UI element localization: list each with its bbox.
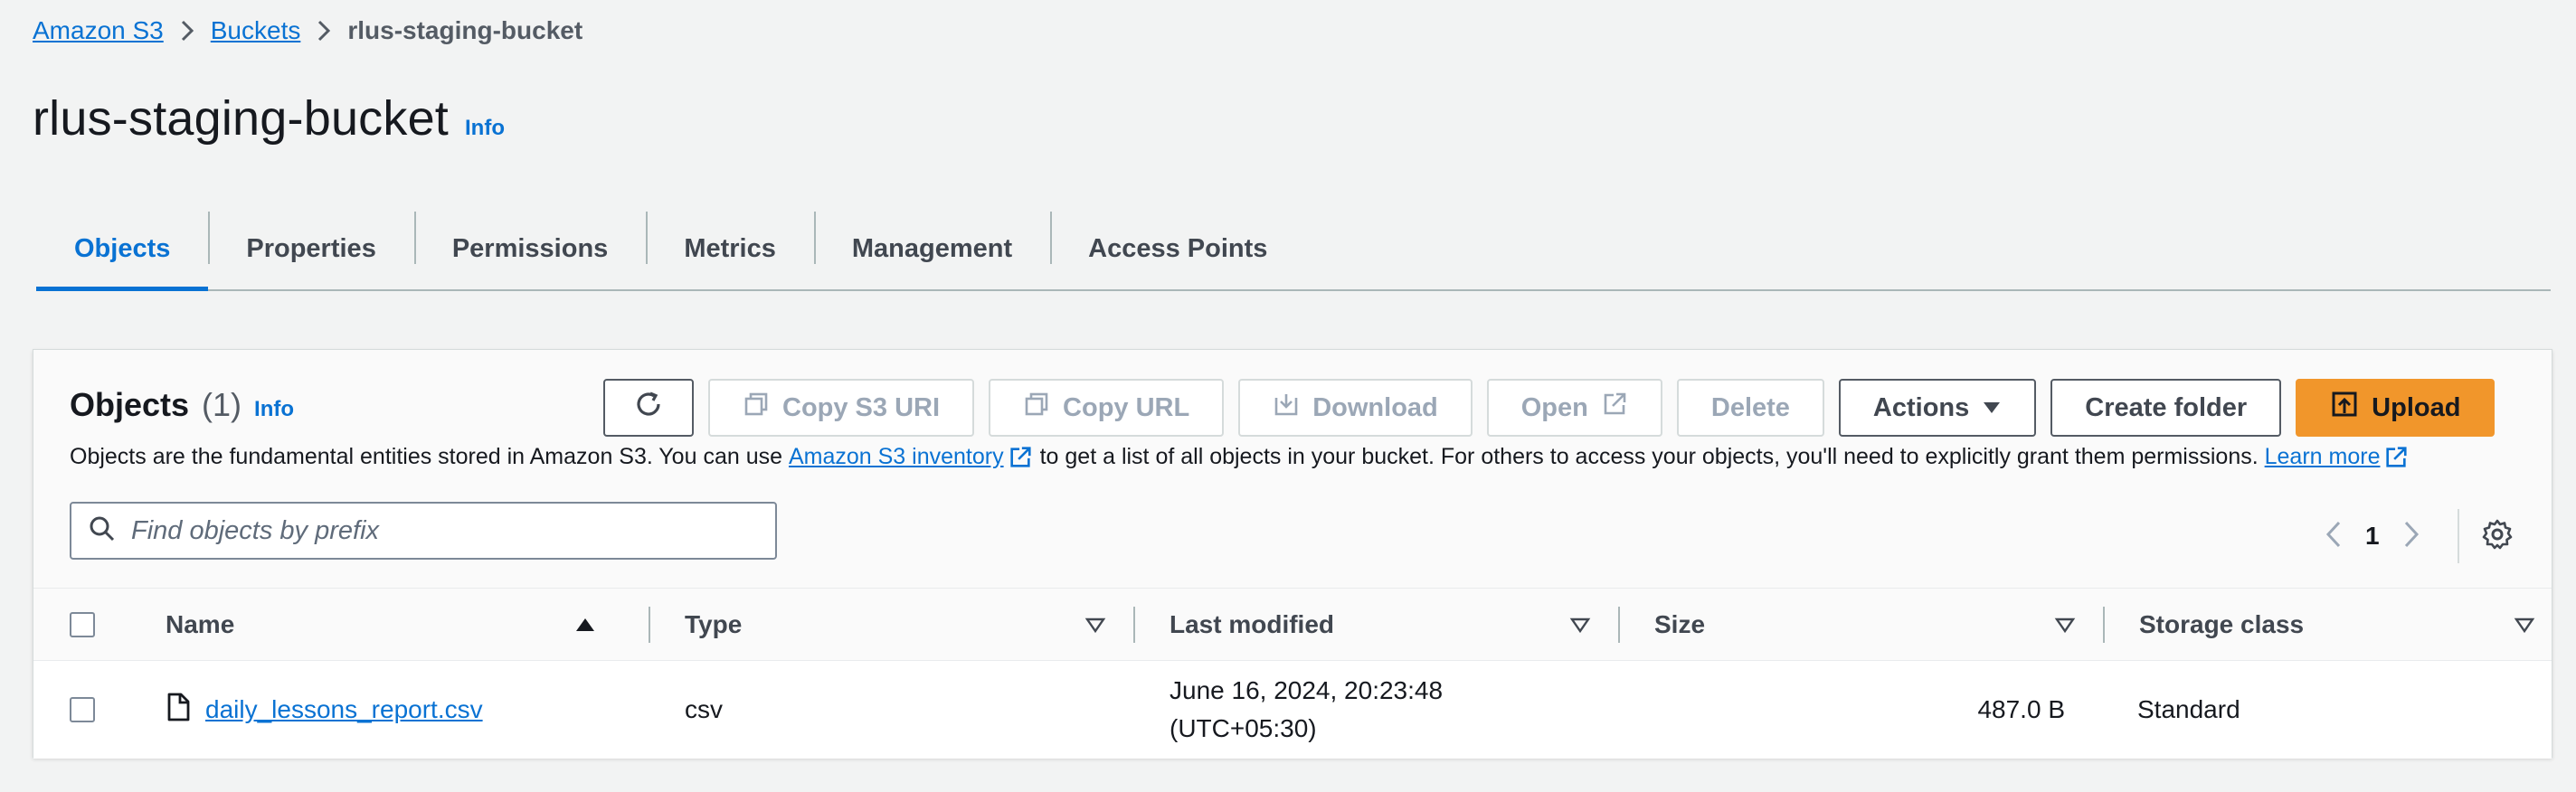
tab-bar: Objects Properties Permissions Metrics M… [36, 208, 2551, 291]
row-checkbox[interactable] [70, 697, 95, 722]
column-header-name[interactable]: Name [166, 589, 650, 661]
tab-access-points[interactable]: Access Points [1050, 208, 1305, 289]
select-all-checkbox[interactable] [70, 612, 95, 637]
download-label: Download [1312, 392, 1438, 422]
actions-dropdown-button[interactable]: Actions [1838, 379, 2037, 437]
chevron-right-icon [180, 19, 194, 42]
search-input[interactable] [131, 515, 746, 546]
page-title: rlus-staging-bucket [33, 91, 450, 146]
copy-s3-uri-label: Copy S3 URI [782, 392, 941, 422]
sort-icon[interactable] [2514, 616, 2535, 634]
page-header: rlus-staging-bucket Info [33, 90, 505, 146]
tab-permissions[interactable]: Permissions [413, 208, 646, 289]
table-header: Name Type Last modified Size Storage cla… [33, 589, 2552, 661]
objects-panel-title: Objects (1) Info [70, 386, 294, 424]
upload-label: Upload [2372, 392, 2461, 422]
chevron-right-icon [317, 19, 331, 42]
column-header-storage-class[interactable]: Storage class [2105, 589, 2553, 661]
column-storage-class-label: Storage class [2139, 610, 2305, 638]
copy-icon [1023, 391, 1050, 425]
description-text-2: to get a list of all objects in your buc… [1039, 444, 2259, 469]
breadcrumb: Amazon S3 Buckets rlus-staging-bucket [33, 13, 582, 49]
pagination: 1 [2324, 509, 2514, 563]
copy-s3-uri-button[interactable]: Copy S3 URI [708, 379, 975, 437]
table-row: daily_lessons_report.csv csv June 16, 20… [33, 661, 2552, 759]
row-select-cell [70, 661, 124, 759]
column-last-modified-label: Last modified [1170, 610, 1335, 638]
current-page-number[interactable]: 1 [2365, 522, 2380, 551]
type-cell: csv [685, 695, 723, 723]
last-modified-date: June 16, 2024, 20:23:48 [1170, 676, 1444, 704]
last-modified-timezone: (UTC+05:30) [1170, 714, 1317, 742]
next-page-icon[interactable] [2401, 519, 2421, 554]
column-size-label: Size [1654, 610, 1706, 638]
learn-more-link[interactable]: Learn more [2265, 444, 2381, 470]
objects-panel-header: Objects (1) Info Copy S3 URI Copy URL Do… [33, 350, 2552, 589]
create-folder-button[interactable]: Create folder [2050, 379, 2282, 437]
pager-divider [2457, 509, 2459, 563]
column-header-type[interactable]: Type [650, 589, 1135, 661]
refresh-icon [632, 388, 665, 428]
copy-icon [743, 391, 770, 425]
external-link-icon [2383, 445, 2409, 470]
file-icon [166, 693, 191, 728]
copy-url-button[interactable]: Copy URL [989, 379, 1225, 437]
breadcrumb-current: rlus-staging-bucket [347, 16, 583, 44]
column-name-label: Name [166, 610, 235, 638]
tab-properties[interactable]: Properties [208, 208, 413, 289]
caret-down-icon [1982, 393, 2002, 423]
copy-url-label: Copy URL [1063, 392, 1190, 422]
search-icon [88, 514, 117, 548]
tab-management[interactable]: Management [813, 208, 1050, 289]
objects-toolbar: Copy S3 URI Copy URL Download Open Delet… [603, 379, 2496, 437]
object-name-link[interactable]: daily_lessons_report.csv [205, 695, 483, 724]
external-link-icon [1601, 391, 1628, 425]
gear-icon[interactable] [2481, 518, 2514, 555]
download-button[interactable]: Download [1238, 379, 1473, 437]
tab-objects[interactable]: Objects [36, 208, 209, 291]
external-link-icon [1008, 445, 1033, 470]
column-header-size[interactable]: Size [1620, 589, 2105, 661]
sort-icon[interactable] [1569, 616, 1591, 634]
objects-heading: Objects [70, 386, 190, 423]
description-text-1: Objects are the fundamental entities sto… [70, 444, 783, 469]
column-type-label: Type [685, 610, 743, 638]
delete-button[interactable]: Delete [1676, 379, 1824, 437]
breadcrumb-amazon-s3[interactable]: Amazon S3 [33, 16, 164, 45]
previous-page-icon[interactable] [2324, 519, 2344, 554]
info-link[interactable]: Info [465, 116, 505, 141]
sort-ascending-icon[interactable] [574, 616, 596, 634]
objects-count: (1) [202, 386, 242, 423]
inventory-link[interactable]: Amazon S3 inventory [789, 444, 1004, 470]
download-icon [1273, 391, 1300, 425]
last-modified-cell: June 16, 2024, 20:23:48 (UTC+05:30) [1170, 661, 1604, 759]
search-box [70, 502, 777, 560]
actions-label: Actions [1872, 392, 1970, 422]
open-button[interactable]: Open [1486, 379, 1662, 437]
storage-class-cell: Standard [2137, 695, 2240, 723]
column-header-last-modified[interactable]: Last modified [1135, 589, 1620, 661]
tab-metrics[interactable]: Metrics [646, 208, 814, 289]
name-cell: daily_lessons_report.csv [166, 661, 650, 759]
objects-description: Objects are the fundamental entities sto… [70, 444, 2416, 470]
size-cell: 487.0 B [1977, 695, 2065, 723]
upload-icon [2330, 390, 2359, 426]
objects-info-link[interactable]: Info [254, 397, 294, 422]
select-all-cell [70, 589, 124, 661]
refresh-button[interactable] [603, 379, 694, 437]
breadcrumb-buckets[interactable]: Buckets [211, 16, 301, 45]
sort-icon[interactable] [1084, 616, 1106, 634]
upload-button[interactable]: Upload [2296, 379, 2496, 437]
objects-panel: Objects (1) Info Copy S3 URI Copy URL Do… [33, 349, 2552, 759]
sort-icon[interactable] [2054, 616, 2076, 634]
open-label: Open [1520, 392, 1588, 422]
